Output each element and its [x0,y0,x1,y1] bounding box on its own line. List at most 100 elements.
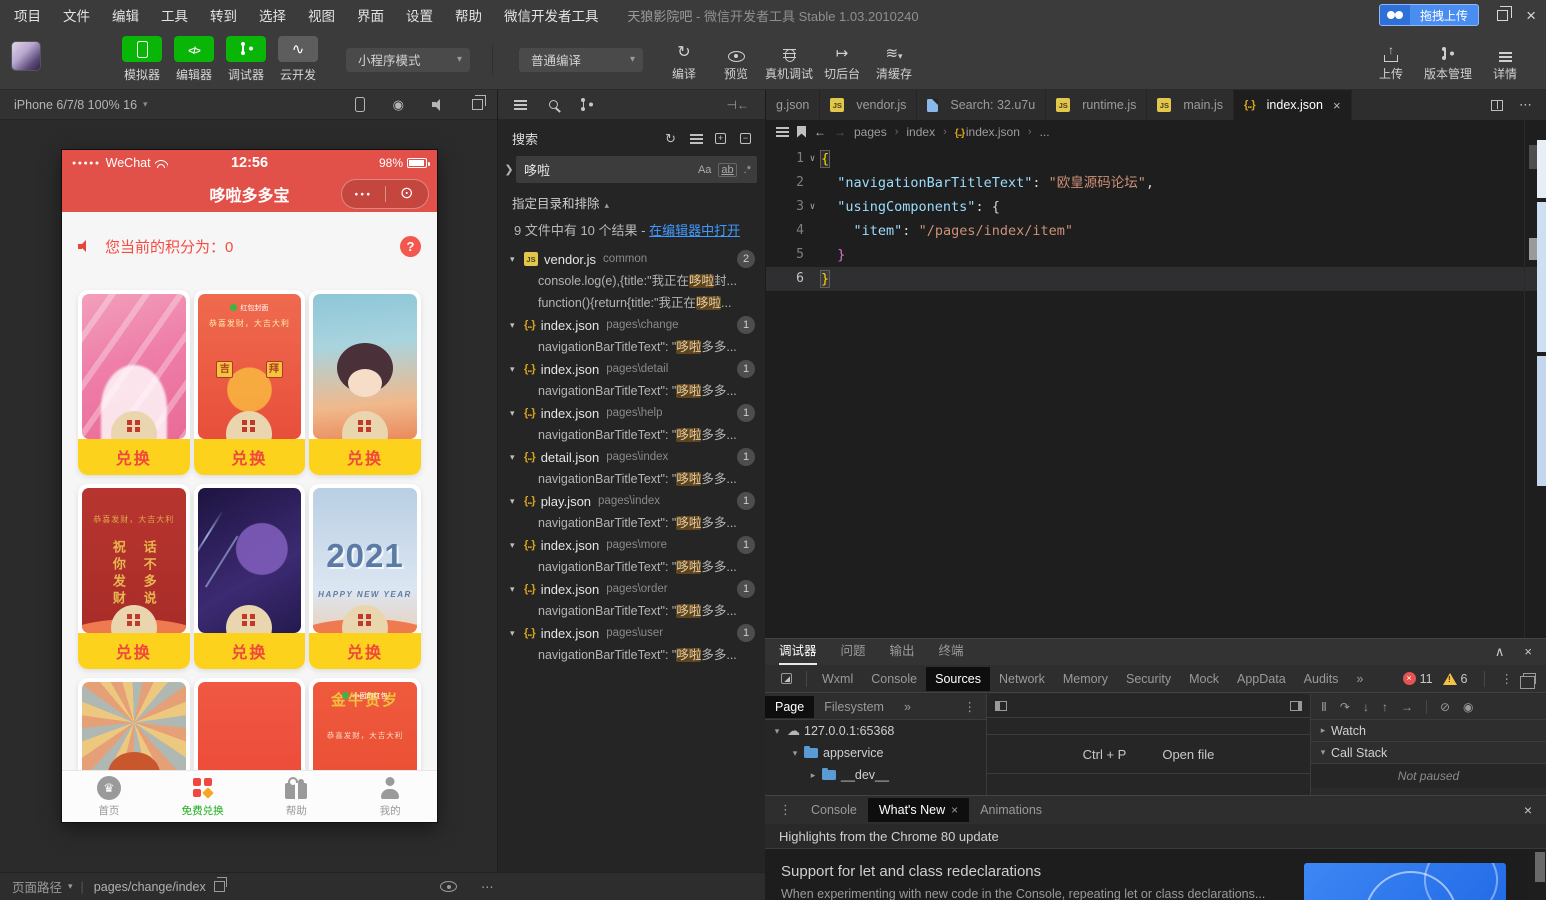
menu-item[interactable]: 微信开发者工具 [504,5,599,25]
step-icon[interactable]: → [1401,700,1413,714]
editor-tab[interactable]: Search: 32.u7u [917,90,1047,120]
split-editor-icon[interactable] [1491,99,1503,111]
menu-item[interactable]: 设置 [406,5,433,25]
copy-path-icon[interactable] [213,877,227,892]
breadcrumb-item[interactable]: index [906,125,935,139]
menu-item[interactable]: 选择 [259,5,286,25]
project-avatar[interactable] [12,42,40,70]
clear-results-icon[interactable] [690,133,703,144]
chevron-down-icon[interactable]: ▾ [510,584,524,595]
screenshot-icon[interactable] [472,95,486,110]
chevron-down-icon[interactable]: ▾ [510,496,524,507]
restore-window-button[interactable] [1497,5,1513,24]
back-icon[interactable]: ← [814,125,826,139]
debugger-tab[interactable]: 问题 [841,639,866,665]
step-into-icon[interactable]: ↓ [1363,700,1369,714]
search-result-file[interactable]: ▾ index.json pages\more 1 [498,534,765,556]
whole-word-toggle[interactable]: ab [718,162,737,177]
devtools-tab[interactable]: Wxml [813,667,862,691]
device-selector[interactable]: iPhone 6/7/8 100% 16 [14,98,137,112]
search-result-file[interactable]: ▾ vendor.js common 2 [498,248,765,270]
tab-home[interactable]: 首页 [62,771,156,822]
drag-upload-badge[interactable]: 拖拽上传 [1379,4,1480,26]
chevron-down-icon[interactable]: ▾ [510,254,524,265]
git-icon[interactable] [580,97,593,113]
refresh-search-icon[interactable]: ↻ [665,131,676,147]
device-frame-icon[interactable] [354,97,365,112]
watch-section[interactable]: ▸ Watch [1311,720,1546,742]
chevron-down-icon[interactable]: ▾ [510,540,524,551]
collapse-all-icon[interactable]: − [740,133,751,144]
step-out-icon[interactable]: ↑ [1382,700,1388,714]
close-tab-icon[interactable]: × [951,803,958,817]
tab-help[interactable]: 帮助 [250,771,344,822]
close-panel-icon[interactable]: × [1524,644,1532,660]
editor-tab[interactable]: g.json [766,90,821,120]
menu-item[interactable]: 帮助 [455,5,482,25]
search-result-file[interactable]: ▾ play.json pages\index 1 [498,490,765,512]
more-actions-icon[interactable]: ⋯ [1519,97,1532,113]
search-filter-toggle[interactable]: 指定目录和排除 ▴ [498,185,765,214]
tree-item[interactable]: ▸ __dev__ [765,764,986,786]
tree-item[interactable]: ▾ ☁ 127.0.0.1:65368 [765,720,986,742]
code-line[interactable]: 1 ∨{ [766,147,1546,171]
page-path-label[interactable]: 页面路径 [12,877,62,896]
open-in-editor-icon[interactable]: + [715,133,726,144]
more-menu-icon[interactable]: ●●● [342,191,385,198]
collapse-sidebar-icon[interactable]: ⊣← [727,98,749,112]
exchange-button[interactable]: 兑换 [193,633,306,669]
menu-item[interactable]: 工具 [161,5,188,25]
code-line[interactable]: 2 "navigationBarTitleText": "欧皇源码论坛", [766,171,1546,195]
navigator-tab[interactable]: Filesystem [814,696,894,718]
code-line[interactable]: 5 } [766,243,1546,267]
open-in-editor-link[interactable]: 在编辑器中打开 [649,223,740,238]
drawer-tab[interactable]: Animations [969,798,1053,822]
exit-target-icon[interactable]: ⊙ [386,186,429,202]
editor-tab[interactable]: main.js [1147,90,1234,120]
compile-mode-dropdown[interactable]: 普通编译 ▾ [519,47,643,72]
expand-right-icon[interactable] [1290,700,1302,711]
error-count-badge[interactable]: × 11 [1402,672,1433,686]
tree-caret-icon[interactable]: ▾ [771,726,783,737]
exchange-card[interactable]: 2021 HAPPY NEW YEAR 兑换 [309,484,421,669]
mode-dropdown[interactable]: 小程序模式 ▾ [346,47,470,72]
exchange-button[interactable]: 兑换 [309,439,421,475]
code-line[interactable]: 6} [766,267,1546,291]
exchange-card[interactable]: 兑换 [309,290,421,475]
devtools-tab[interactable]: Console [862,667,926,691]
remote-debug-button[interactable]: 真机调试 [765,38,813,82]
exchange-card[interactable]: 兑换 [78,290,190,475]
breadcrumb-item[interactable]: {..} index.json [955,125,1020,139]
match-case-toggle[interactable]: Aa [698,164,711,176]
code-editor[interactable]: 1 ∨{2 "navigationBarTitleText": "欧皇源码论坛",… [766,143,1546,291]
search-match-line[interactable]: navigationBarTitleText": "哆啦多多... [498,468,765,490]
search-result-file[interactable]: ▾ index.json pages\change 1 [498,314,765,336]
breadcrumb-item[interactable]: ... [1040,125,1050,139]
more-options-icon[interactable]: ⋮ [1501,671,1514,686]
fold-icon[interactable]: ∨ [804,147,821,171]
close-window-button[interactable]: × [1526,7,1536,24]
fold-icon[interactable]: ∨ [804,195,821,219]
search-match-line[interactable]: navigationBarTitleText": "哆啦多多... [498,336,765,358]
pause-icon[interactable]: Ⅱ [1321,700,1327,714]
editor-tab[interactable]: index.json × [1233,90,1352,120]
switch-background-button[interactable]: 切后台 [819,38,865,82]
sound-icon[interactable] [432,98,444,111]
search-input[interactable]: 哆啦 Aa ab .* [516,156,757,183]
bookmark-icon[interactable] [797,125,806,138]
help-badge[interactable]: ? [400,236,421,257]
close-tab-icon[interactable]: × [1333,98,1341,113]
clear-cache-button[interactable]: ▾清缓存 [871,38,917,82]
file-list-icon[interactable] [514,99,527,110]
devtools-tab[interactable]: » [1347,667,1372,691]
devtools-tab[interactable]: Security [1117,667,1180,691]
menu-item[interactable]: 项目 [14,5,41,25]
devtools-tab[interactable]: AppData [1228,667,1295,691]
navigator-tab[interactable]: » [894,696,921,718]
tab-mine[interactable]: 我的 [343,771,437,822]
search-match-line[interactable]: console.log(e),{title:"我正在哆啦封... [498,270,765,292]
pause-on-exceptions-icon[interactable]: ◉ [1463,700,1473,714]
menu-item[interactable]: 转到 [210,5,237,25]
code-line[interactable]: 4 "item": "/pages/index/item" [766,219,1546,243]
code-line[interactable]: 3 ∨ "usingComponents": { [766,195,1546,219]
